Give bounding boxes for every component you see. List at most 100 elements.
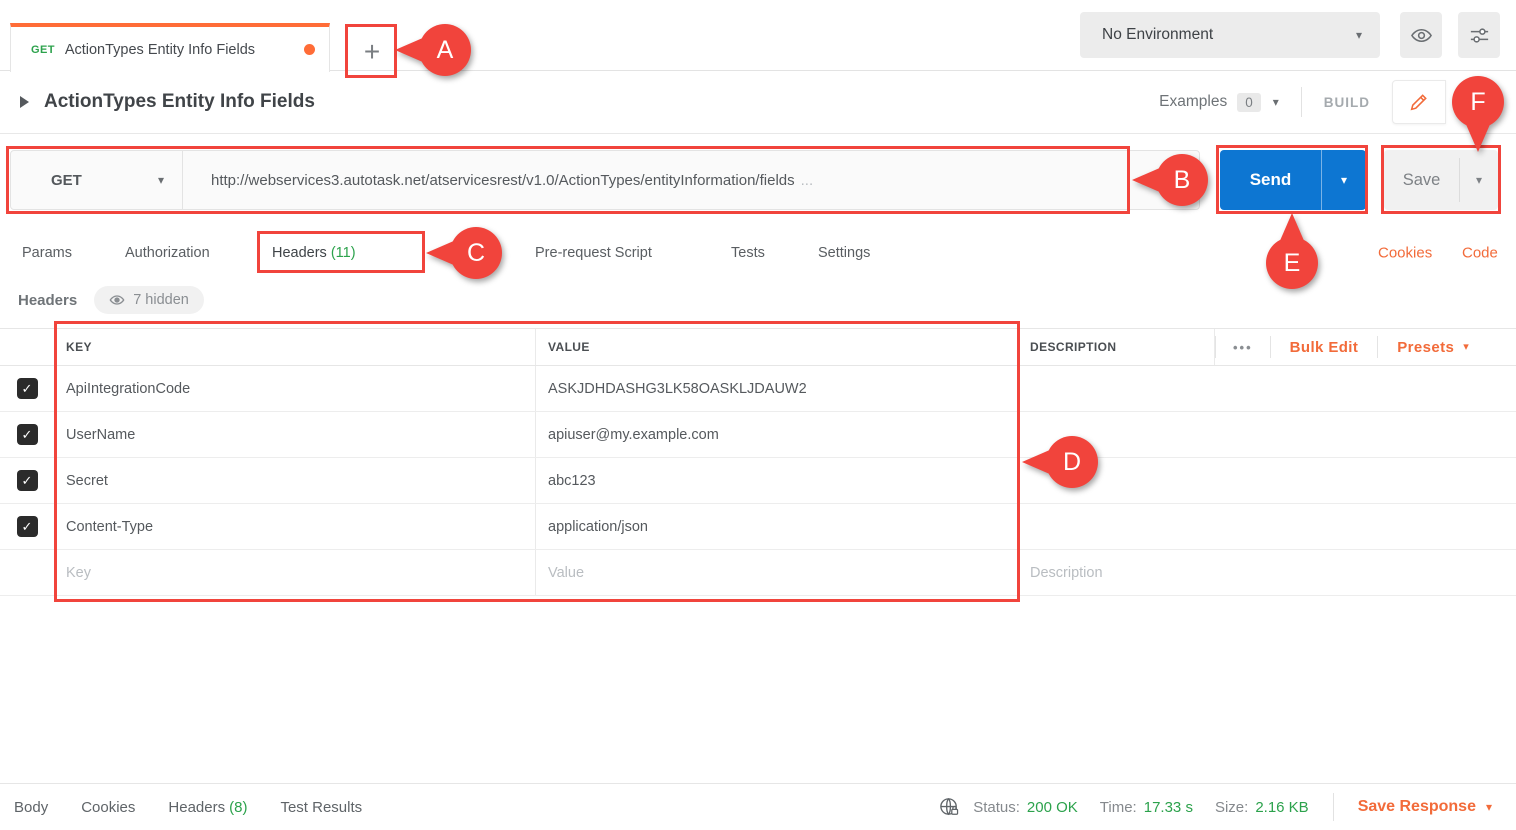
value-input-placeholder[interactable]: Value [536,550,1019,595]
eye-icon [109,292,125,308]
hidden-headers-toggle[interactable]: 7 hidden [94,286,204,314]
method-select-value: GET [51,172,82,189]
description-cell[interactable] [1019,366,1215,411]
select-all-column [0,329,55,365]
tab-params[interactable]: Params [22,245,72,261]
environment-select[interactable]: No Environment ▾ [1080,12,1380,58]
row-checkbox[interactable]: ✓ [17,378,38,399]
value-cell[interactable]: apiuser@my.example.com [536,412,1019,457]
divider [1301,87,1302,117]
environment-settings-button[interactable] [1458,12,1500,58]
presets-dropdown[interactable]: Presets ▾ [1378,339,1488,356]
chevron-down-icon: ▾ [1463,342,1469,353]
response-tabs: Body Cookies Headers(8) Test Results [0,799,362,816]
table-row: ✓ UserName apiuser@my.example.com [0,412,1516,458]
description-column-header: DESCRIPTION [1019,329,1215,365]
key-cell[interactable]: Content-Type [55,504,536,549]
send-options-caret[interactable]: ▾ [1322,150,1366,210]
check-icon: ✓ [22,381,33,397]
url-bar: GET ▾ http://webservices3.autotask.net/a… [10,150,1200,210]
value-cell[interactable]: application/json [536,504,1019,549]
page-title: ActionTypes Entity Info Fields [44,91,315,113]
request-tab[interactable]: GET ActionTypes Entity Info Fields [10,23,330,72]
build-mode-label[interactable]: BUILD [1324,95,1370,110]
examples-dropdown[interactable]: Examples [1159,93,1227,111]
table-row: ✓ Content-Type application/json [0,504,1516,550]
bulk-edit-link[interactable]: Bulk Edit [1271,339,1378,356]
response-headers-count: (8) [229,799,247,816]
environment-select-value: No Environment [1102,26,1213,44]
sliders-icon [1468,24,1491,47]
new-tab-button[interactable]: + [351,31,393,73]
status-value: 200 OK [1027,799,1078,816]
response-bar: Body Cookies Headers(8) Test Results Sta… [0,783,1516,830]
save-button[interactable]: Save ▾ [1384,150,1498,210]
table-row-empty: Key Value Description [0,550,1516,596]
row-checkbox[interactable]: ✓ [17,516,38,537]
chevron-down-icon: ▾ [158,174,164,186]
headers-table: KEY VALUE DESCRIPTION ••• Bulk Edit Pres… [0,328,1516,596]
url-input[interactable]: http://webservices3.autotask.net/atservi… [183,151,1199,209]
chevron-down-icon: ▾ [1356,29,1362,41]
key-cell[interactable]: Secret [55,458,536,503]
save-response-button[interactable]: Save Response ▾ [1358,798,1492,816]
more-options-icon[interactable]: ••• [1216,340,1270,355]
pencil-icon [1408,91,1430,113]
tab-headers[interactable]: Headers(11) [272,245,356,261]
table-row: ✓ Secret abc123 [0,458,1516,504]
time-label: Time: [1100,799,1137,816]
tab-settings[interactable]: Settings [818,245,870,261]
key-cell[interactable]: ApiIntegrationCode [55,366,536,411]
description-input-placeholder[interactable]: Description [1019,550,1215,595]
chevron-down-icon: ▾ [1486,801,1492,813]
title-actions: Examples 0 ▾ BUILD [1159,80,1446,124]
response-tab-test-results[interactable]: Test Results [280,799,362,816]
edit-mode-button[interactable] [1392,80,1446,124]
cookies-link[interactable]: Cookies [1378,245,1432,262]
save-button-label[interactable]: Save [1384,150,1459,210]
size-label: Size: [1215,799,1248,816]
tab-title: ActionTypes Entity Info Fields [65,42,255,58]
method-badge: GET [31,44,55,56]
chevron-down-icon[interactable]: ▾ [1273,96,1279,108]
headers-count: (11) [331,245,356,261]
postman-window: GET ActionTypes Entity Info Fields + No … [0,0,1516,830]
tab-body[interactable]: Body [441,245,474,261]
time-value: 17.33 s [1144,799,1193,816]
tab-tests[interactable]: Tests [731,245,765,261]
send-button-label[interactable]: Send [1220,150,1321,210]
url-text: http://webservices3.autotask.net/atservi… [211,172,795,189]
key-input-placeholder[interactable]: Key [55,550,536,595]
response-tab-headers[interactable]: Headers(8) [168,799,247,816]
code-link[interactable]: Code [1462,245,1498,262]
description-cell[interactable] [1019,458,1215,503]
value-cell[interactable]: ASKJDHDASHG3LK58OASKLJDAUW2 [536,366,1019,411]
environment-quick-look-button[interactable] [1400,12,1442,58]
save-options-caret[interactable]: ▾ [1460,150,1498,210]
check-icon: ✓ [22,473,33,489]
tab-authorization[interactable]: Authorization [125,245,210,261]
description-cell[interactable] [1019,412,1215,457]
check-icon: ✓ [22,519,33,535]
tab-pre-request-script[interactable]: Pre-request Script [535,245,652,261]
send-button[interactable]: Send ▾ [1220,150,1366,210]
divider [1333,793,1334,821]
response-tab-body[interactable]: Body [14,799,48,816]
value-cell[interactable]: abc123 [536,458,1019,503]
hidden-headers-label: 7 hidden [133,292,189,308]
headers-section-label: Headers [18,292,77,309]
row-checkbox[interactable]: ✓ [17,424,38,445]
method-select[interactable]: GET ▾ [11,151,183,209]
row-checkbox[interactable]: ✓ [17,470,38,491]
table-row: ✓ ApiIntegrationCode ASKJDHDASHG3LK58OAS… [0,366,1516,412]
description-cell[interactable] [1019,504,1215,549]
headers-section-header: Headers 7 hidden [18,283,204,317]
collapse-caret-icon[interactable] [20,96,29,108]
key-cell[interactable]: UserName [55,412,536,457]
status-label: Status: [973,799,1020,816]
response-tab-cookies[interactable]: Cookies [81,799,135,816]
request-tabs: Params Authorization Headers(11) Body Pr… [0,230,1516,276]
check-icon: ✓ [22,427,33,443]
url-ellipsis: ... [801,172,814,189]
network-globe-lock-icon[interactable] [938,796,961,819]
